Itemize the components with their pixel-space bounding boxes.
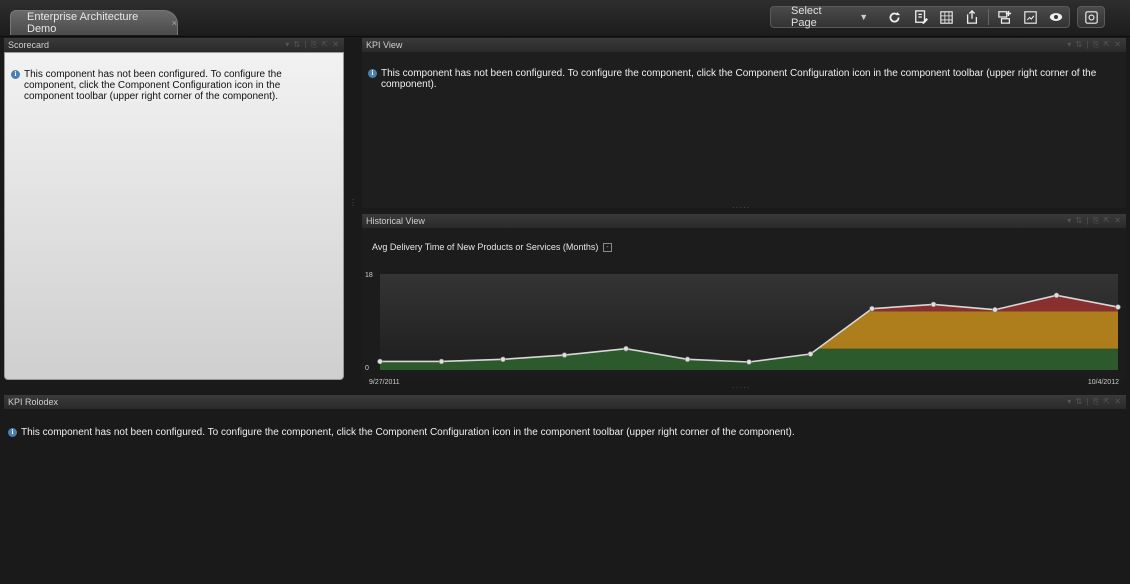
y-tick-label: 0 [365,365,369,372]
page-tab[interactable]: Enterprise Architecture Demo × [10,10,178,35]
data-point [1053,292,1060,299]
component-gallery-icon[interactable] [997,9,1013,25]
data-point [684,356,691,363]
panel-body: i This component has not been configured… [4,409,1126,582]
message-text: This component has not been configured. … [24,69,282,102]
data-point [438,358,445,365]
data-point [992,307,998,313]
chevron-down-icon[interactable]: ▼ [859,12,868,22]
info-icon: i [8,428,17,437]
horizontal-splitter[interactable]: ····· [732,383,750,392]
data-point [807,351,814,357]
settings-icon[interactable] [1083,9,1099,25]
data-point [869,305,875,312]
metric-title-text: Avg Delivery Time of New Products or Ser… [372,242,599,252]
kpi-view-panel: KPI View ▾ ⇅ | ⎘ ⇱ ✕ i This component ha… [362,38,1126,208]
info-icon: i [11,70,20,79]
close-tab-icon[interactable]: × [172,18,177,28]
panel-header: KPI View ▾ ⇅ | ⎘ ⇱ ✕ [362,38,1126,52]
panel-title: KPI Rolodex [8,397,59,407]
data-point [623,345,629,352]
panel-header: KPI Rolodex ▾ ⇅ | ⎘ ⇱ ✕ [4,395,1126,409]
data-point [746,359,752,365]
page-tab-label: Enterprise Architecture Demo [27,11,139,35]
data-point [500,356,506,363]
page-toolbar: Select Page ▼ [770,5,1070,29]
historical-chart: 18 09/27/2011 10/4/2012 [365,272,1121,386]
layout-icon[interactable] [939,9,955,25]
collapse-metric-button[interactable]: - [602,243,612,253]
x-end-label: 10/4/2012 [1088,379,1119,386]
data-point [1115,304,1121,310]
panel-body: i This component has not been configured… [362,52,1126,208]
refresh-icon[interactable] [887,9,903,25]
historical-view-panel: Historical View ▾ ⇅ | ⎘ ⇱ ✕ Avg Delivery… [362,214,1126,386]
export-icon[interactable] [964,9,980,25]
not-configured-message: i This component has not been configured… [368,68,1116,90]
panel-toolbar[interactable]: ▾ ⇅ | ⎘ ⇱ ✕ [1067,38,1122,52]
vertical-splitter[interactable]: ⋮ [349,198,358,207]
toolbar-divider [987,9,989,25]
panel-header: Historical View ▾ ⇅ | ⎘ ⇱ ✕ [362,214,1126,228]
panel-toolbar[interactable]: ▾ ⇅ | ⎘ ⇱ ✕ [1067,395,1122,409]
message-text: This component has not been configured. … [381,68,1097,90]
save-page-icon[interactable] [913,9,929,25]
page-properties-icon[interactable] [1023,9,1039,25]
panel-title: KPI View [366,40,403,50]
data-point [561,352,568,358]
preview-icon[interactable] [1048,9,1064,25]
info-icon: i [368,69,377,78]
kpi-rolodex-panel: KPI Rolodex ▾ ⇅ | ⎘ ⇱ ✕ i This component… [4,395,1126,582]
y-tick-label: 18 [365,272,373,279]
metric-title: Avg Delivery Time of New Products or Ser… [372,242,612,253]
panel-title: Historical View [366,216,425,226]
panel-header: Scorecard ▾ ⇅ | ⎘ ⇱ ✕ [4,38,344,52]
not-configured-message: i This component has not been configured… [11,69,323,102]
select-page-dropdown[interactable]: Select Page [791,5,849,29]
x-start-label: 9/27/2011 [369,379,400,386]
horizontal-splitter[interactable]: ····· [732,203,750,212]
scorecard-panel: Scorecard ▾ ⇅ | ⎘ ⇱ ✕ i This component h… [4,38,344,380]
panel-body: i This component has not been configured… [4,52,344,380]
data-point [930,301,937,308]
panel-toolbar[interactable]: ▾ ⇅ | ⎘ ⇱ ✕ [285,38,340,52]
settings-toolbar [1077,6,1105,28]
panel-toolbar[interactable]: ▾ ⇅ | ⎘ ⇱ ✕ [1067,214,1122,228]
data-point [377,358,383,365]
panel-title: Scorecard [8,40,50,50]
not-configured-message: i This component has not been configured… [8,427,1116,438]
panel-body: Avg Delivery Time of New Products or Ser… [362,228,1126,386]
top-bar: Enterprise Architecture Demo × Select Pa… [0,0,1130,37]
message-text: This component has not been configured. … [21,427,795,438]
